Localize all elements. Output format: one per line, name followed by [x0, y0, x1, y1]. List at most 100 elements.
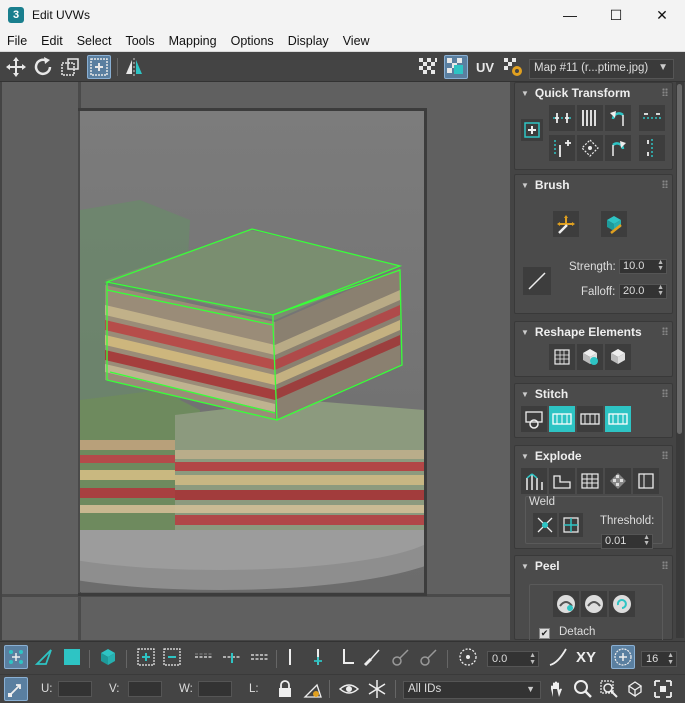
flatten-to-polygon-icon[interactable]	[605, 468, 631, 494]
threshold-spinner[interactable]: 0.01 ▲ ▼	[601, 534, 653, 549]
stitch-to-target-icon[interactable]	[521, 406, 547, 432]
stitch-average-icon[interactable]	[549, 406, 575, 432]
w-field[interactable]	[198, 681, 232, 697]
grid-value-spinner[interactable]: 16 ▲ ▼	[641, 651, 677, 667]
spinner-arrows-icon[interactable]: ▲ ▼	[657, 259, 664, 272]
spinner-arrows-icon[interactable]: ▲ ▼	[643, 534, 650, 547]
paint-move-brush-icon[interactable]	[553, 211, 579, 237]
menu-edit[interactable]: Edit	[34, 34, 70, 48]
align-horizontal-icon[interactable]	[549, 105, 575, 131]
spinner-arrows-icon[interactable]: ▲ ▼	[657, 284, 664, 297]
menu-file[interactable]: File	[0, 34, 34, 48]
weld-selected-icon[interactable]	[533, 513, 557, 537]
freeze-icon[interactable]	[365, 677, 389, 701]
map-select-dropdown[interactable]: Map #11 (r...ptime.jpg) ▼	[529, 59, 674, 79]
falloff-curve-icon[interactable]	[546, 645, 570, 669]
v-field[interactable]	[128, 681, 162, 697]
strength-spinner[interactable]: 10.0 ▲ ▼	[619, 259, 667, 274]
drag-grip-icon[interactable]	[662, 451, 668, 459]
xy-axis-button[interactable]: XY	[572, 645, 600, 669]
relax-element-icon[interactable]	[577, 344, 603, 370]
paint-select-grow-icon[interactable]	[388, 645, 412, 669]
paint-select-shrink-icon[interactable]	[416, 645, 440, 669]
rotate-ccw-icon[interactable]	[605, 105, 631, 131]
relax-options-icon[interactable]	[605, 344, 631, 370]
lock-icon[interactable]	[273, 677, 297, 701]
falloff-spinner[interactable]: 20.0 ▲ ▼	[619, 284, 667, 299]
zoom-selected-icon[interactable]	[651, 677, 675, 701]
menu-tools[interactable]: Tools	[118, 34, 161, 48]
uv-viewport[interactable]	[2, 82, 510, 640]
scrollbar-thumb[interactable]	[677, 84, 682, 434]
move-icon[interactable]	[4, 55, 28, 79]
minimize-button[interactable]: —	[547, 0, 593, 30]
ring-grow-icon[interactable]	[306, 645, 330, 669]
drag-grip-icon[interactable]	[662, 88, 668, 96]
select-vertex-icon[interactable]	[4, 645, 28, 669]
reset-peel-icon[interactable]	[609, 591, 635, 617]
detach-checkbox[interactable]: ✔	[539, 628, 550, 639]
freeform-mode-icon[interactable]	[87, 55, 111, 79]
align-vertical-icon[interactable]	[577, 105, 603, 131]
loop-shrink-icon[interactable]	[248, 645, 272, 669]
stitch-to-source-icon[interactable]	[577, 406, 603, 432]
rollout-header-stitch[interactable]: ▼ Stitch	[515, 384, 672, 404]
panel-scrollbar[interactable]	[676, 82, 684, 638]
weld-target-icon[interactable]	[559, 513, 583, 537]
rotate-cw-icon[interactable]	[605, 135, 631, 161]
ids-filter-dropdown[interactable]: All IDs ▼	[403, 681, 541, 699]
u-field[interactable]	[58, 681, 92, 697]
menu-select[interactable]: Select	[70, 34, 119, 48]
zoom-icon[interactable]	[571, 677, 595, 701]
drag-grip-icon[interactable]	[662, 389, 668, 397]
rollout-header-quick-transform[interactable]: ▼ Quick Transform	[515, 83, 672, 103]
rollout-header-reshape-elements[interactable]: ▼ Reshape Elements	[515, 322, 672, 342]
peel-mode-icon[interactable]	[581, 591, 607, 617]
menu-display[interactable]: Display	[281, 34, 336, 48]
mirror-icon[interactable]	[122, 55, 146, 79]
soft-selection-value[interactable]: 0.0 ▲ ▼	[487, 651, 539, 667]
align-to-edge-icon[interactable]	[549, 135, 575, 161]
rotate-icon[interactable]	[31, 55, 55, 79]
eye-icon[interactable]	[337, 677, 361, 701]
grow-selection-icon[interactable]	[134, 645, 158, 669]
menu-view[interactable]: View	[336, 34, 377, 48]
drag-grip-icon[interactable]	[662, 561, 668, 569]
brush-falloff-curve-icon[interactable]	[523, 267, 551, 295]
spacing-vertical-icon[interactable]	[639, 135, 665, 161]
stitch-custom-icon[interactable]	[605, 406, 631, 432]
select-element-icon[interactable]	[96, 645, 120, 669]
loop-select-icon[interactable]	[192, 645, 216, 669]
menu-mapping[interactable]: Mapping	[162, 34, 224, 48]
checker-pattern-icon[interactable]	[416, 55, 440, 79]
grid-snap-icon[interactable]	[611, 645, 635, 669]
uv-mode-label[interactable]: UV	[472, 55, 498, 79]
show-map-icon[interactable]	[444, 55, 468, 79]
maximize-button[interactable]: ☐	[593, 0, 639, 30]
straighten-icon[interactable]	[577, 135, 603, 161]
spacing-horizontal-icon[interactable]	[639, 105, 665, 131]
hide-unselected-icon[interactable]	[301, 677, 325, 701]
zoom-region-icon[interactable]	[597, 677, 621, 701]
paint-select-icon[interactable]	[360, 645, 384, 669]
scale-icon[interactable]	[58, 55, 82, 79]
straighten-selection-icon[interactable]	[549, 344, 575, 370]
zoom-extents-icon[interactable]	[623, 677, 647, 701]
quick-peel-icon[interactable]	[553, 591, 579, 617]
pan-hand-icon[interactable]	[545, 677, 569, 701]
set-pivot-icon[interactable]	[521, 119, 543, 141]
ring-select-icon[interactable]	[278, 645, 302, 669]
texture-settings-icon[interactable]	[501, 55, 525, 79]
break-icon[interactable]	[521, 468, 547, 494]
drag-grip-icon[interactable]	[662, 180, 668, 188]
soft-selection-icon[interactable]	[456, 645, 480, 669]
explode-by-material-icon[interactable]	[577, 468, 603, 494]
relax-brush-icon[interactable]	[601, 211, 627, 237]
rollout-header-brush[interactable]: ▼ Brush	[515, 175, 672, 195]
explode-by-smoothing-icon[interactable]	[549, 468, 575, 494]
flatten-custom-icon[interactable]	[633, 468, 659, 494]
rollout-header-peel[interactable]: ▼ Peel	[515, 556, 672, 576]
shrink-selection-icon[interactable]	[160, 645, 184, 669]
drag-grip-icon[interactable]	[662, 327, 668, 335]
select-edge-icon[interactable]	[32, 645, 56, 669]
